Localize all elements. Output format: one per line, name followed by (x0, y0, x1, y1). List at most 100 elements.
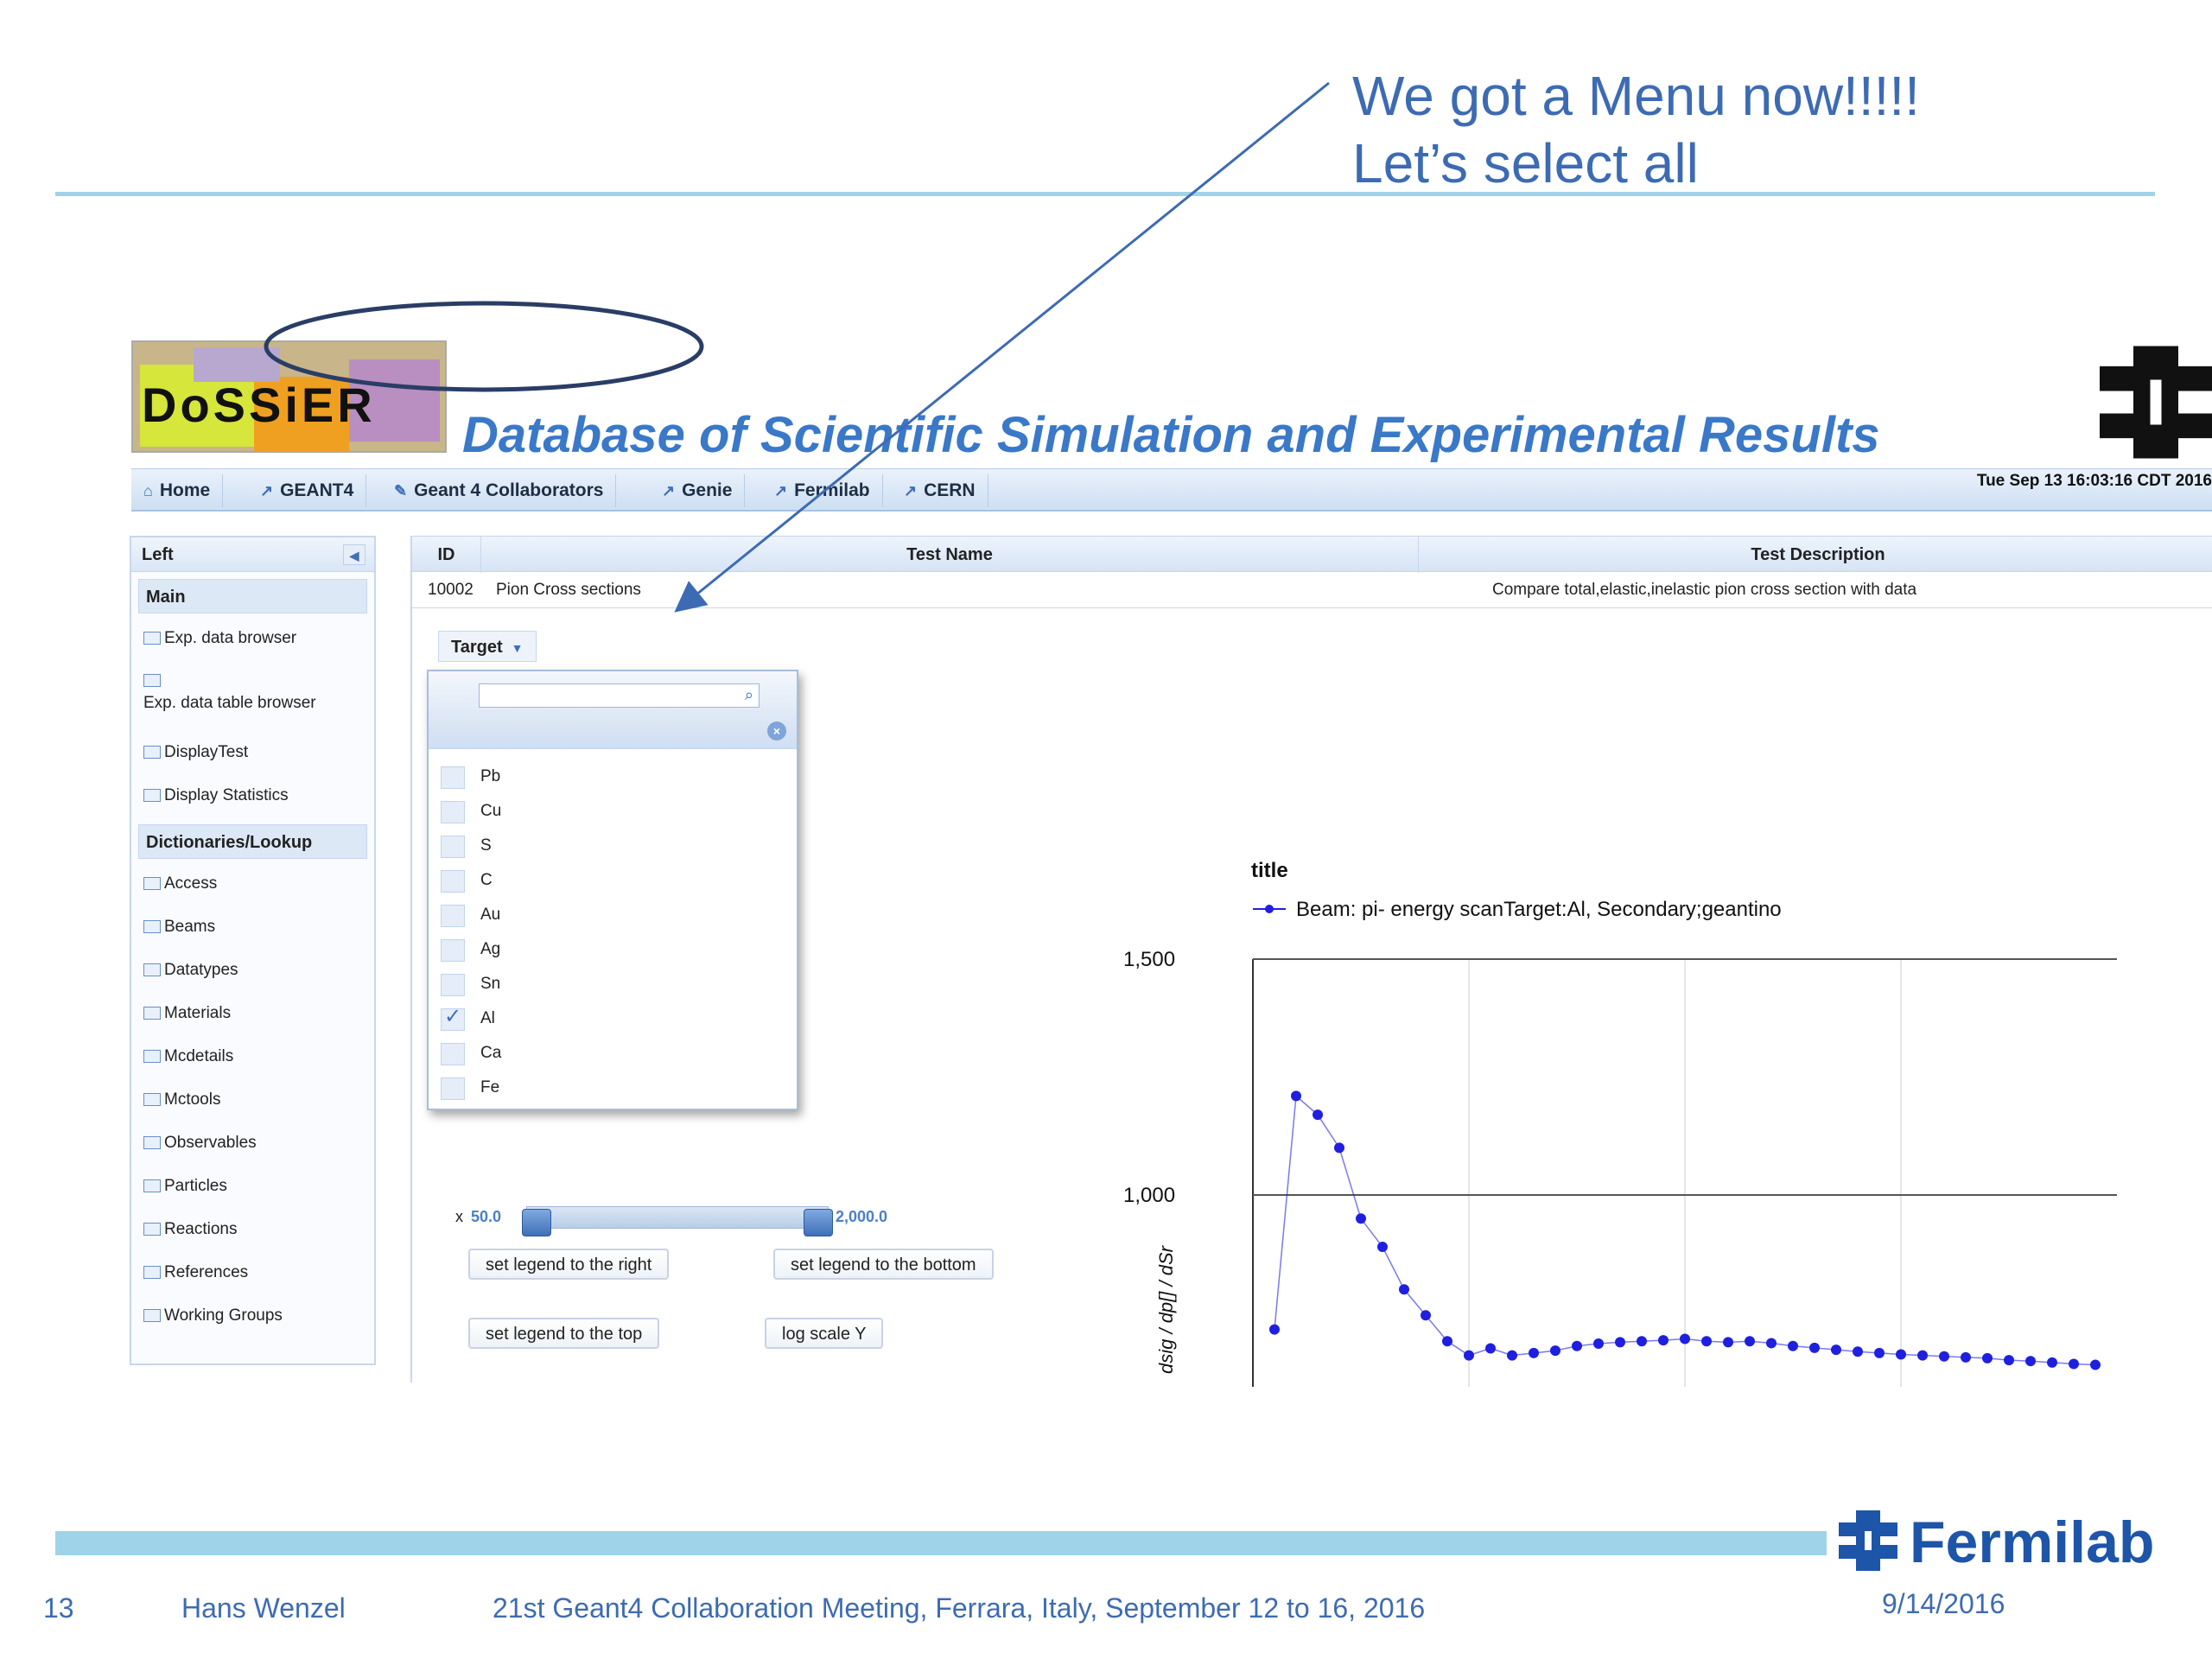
wrench-icon: ✎ (394, 482, 408, 499)
menu-mctools[interactable]: Mctools (131, 1078, 374, 1122)
menu-particles[interactable]: Particles (131, 1165, 374, 1208)
image-icon (143, 920, 161, 933)
bottom-rule (55, 1531, 1827, 1555)
target-option[interactable]: Ag (429, 932, 797, 967)
menu-beams[interactable]: Beams (131, 906, 374, 949)
menu-reactions[interactable]: Reactions (131, 1208, 374, 1251)
target-option[interactable]: Sn (429, 967, 797, 1001)
data-point (1485, 1343, 1496, 1354)
nav-bar: ⌂ Home ↗ GEANT4 ✎ Geant 4 Collaborators ↗ Ge… (131, 468, 2212, 512)
slider-max-handle[interactable] (804, 1209, 833, 1236)
data-point (1377, 1242, 1388, 1253)
target-option[interactable]: S (429, 829, 797, 863)
callout-line-1: We got a Menu now!!!!! (1352, 65, 1920, 127)
menu-mcdetails[interactable]: Mcdetails (131, 1035, 374, 1078)
target-option[interactable]: Pb (429, 760, 797, 794)
legend-bottom-button[interactable]: set legend to the bottom (773, 1249, 994, 1280)
external-link-icon: ↗ (904, 482, 918, 499)
data-point (1313, 1109, 1323, 1121)
cell-test-name: Pion Cross sections (496, 581, 641, 599)
checkmark-icon: ✓ (444, 1005, 462, 1028)
grid-header: ID Test Name Test Description (412, 536, 2212, 573)
dropdown-search-input[interactable]: ⌕ (479, 683, 760, 708)
logo-text: DoSSiER (142, 378, 376, 432)
y-axis-label: dsig / dp[] / dSr (1155, 1244, 1177, 1374)
menu-display-statistics[interactable]: Display Statistics (131, 774, 374, 817)
menu-access[interactable]: Access (131, 862, 374, 906)
footer-author: Hans Wenzel (181, 1592, 346, 1624)
data-point (1917, 1350, 1928, 1361)
data-point (2069, 1358, 2079, 1370)
menu-materials[interactable]: Materials (131, 992, 374, 1035)
checkbox[interactable] (441, 939, 465, 962)
data-point (1766, 1338, 1777, 1349)
image-icon (143, 1309, 161, 1322)
target-select-button[interactable]: Target ▼ (438, 631, 537, 662)
image-icon (143, 1223, 161, 1236)
slider-track[interactable] (522, 1206, 833, 1236)
data-point (1874, 1347, 1885, 1358)
data-point (1593, 1338, 1604, 1349)
data-point (2090, 1359, 2101, 1370)
table-row[interactable]: 10002 Pion Cross sections Compare total,… (412, 572, 2212, 608)
log-scale-button[interactable]: log scale Y (765, 1318, 884, 1349)
dropdown-list: Pb Cu S C Au Ag Sn ✓ Al Ca Fe (429, 749, 797, 1105)
menu-exp-data-table-browser[interactable]: Exp. data table browser (131, 660, 374, 731)
section-main[interactable]: Main (138, 579, 367, 613)
cell-id: 10002 (428, 581, 474, 599)
callout-text: We got a Menu now!!!!! Let’s select all (1352, 62, 1920, 197)
menu-observables[interactable]: Observables (131, 1122, 374, 1165)
chart-title: title (1251, 859, 1288, 882)
collapse-left-icon[interactable]: ◀ (343, 544, 365, 565)
data-point (2004, 1355, 2014, 1366)
slide: We got a Menu now!!!!! Let’s select all … (0, 0, 2212, 1659)
data-point (1853, 1346, 1863, 1357)
slider-min-handle[interactable] (522, 1209, 551, 1236)
menu-displaytest[interactable]: DisplayTest (131, 731, 374, 774)
target-option[interactable]: Fe (429, 1071, 797, 1105)
menu-exp-data-browser[interactable]: Exp. data browser (131, 617, 374, 660)
menu-working-groups[interactable]: Working Groups (131, 1294, 374, 1338)
checkbox[interactable] (441, 870, 465, 893)
checkbox[interactable] (441, 905, 465, 927)
checkbox[interactable] (441, 1043, 465, 1065)
nav-fermilab[interactable]: ↗ Fermilab (762, 474, 883, 507)
data-point (1982, 1352, 1993, 1363)
checkbox[interactable] (441, 801, 465, 823)
chart-ticks: 1,500 1,000 (1123, 948, 1175, 1207)
menu-references[interactable]: References (131, 1251, 374, 1294)
section-dictionaries[interactable]: Dictionaries/Lookup (138, 824, 367, 859)
slider-min-value: 50.0 (471, 1208, 502, 1225)
nav-home[interactable]: ⌂ Home (131, 474, 224, 507)
legend-right-button[interactable]: set legend to the right (468, 1249, 670, 1280)
data-point (1615, 1337, 1625, 1348)
nav-geant4[interactable]: ↗ GEANT4 (248, 474, 367, 507)
nav-cern[interactable]: ↗ CERN (892, 474, 988, 507)
checkbox[interactable] (441, 1077, 465, 1100)
image-icon (143, 1093, 161, 1106)
home-icon: ⌂ (143, 482, 153, 499)
menu-datatypes[interactable]: Datatypes (131, 949, 374, 992)
column-test-description[interactable]: Test Description (1419, 537, 2212, 573)
slider-max-value: 2,000.0 (836, 1208, 888, 1225)
data-point (2047, 1357, 2057, 1368)
column-test-name[interactable]: Test Name (481, 537, 1419, 573)
cell-test-description: Compare total,elastic,inelastic pion cro… (1492, 581, 1917, 599)
nav-geant4-collaborators[interactable]: ✎ Geant 4 Collaborators (382, 474, 617, 507)
column-id[interactable]: ID (412, 537, 481, 573)
checkbox[interactable] (441, 766, 465, 789)
data-point (1701, 1336, 1712, 1347)
checkbox[interactable] (441, 836, 465, 858)
image-icon (143, 746, 161, 759)
target-option-selected[interactable]: ✓ Al (429, 1001, 797, 1036)
image-icon (143, 1266, 161, 1279)
target-option[interactable]: C (429, 863, 797, 898)
target-option[interactable]: Au (429, 898, 797, 932)
checkbox[interactable] (441, 974, 465, 996)
target-option[interactable]: Ca (429, 1036, 797, 1071)
legend-top-button[interactable]: set legend to the top (468, 1318, 660, 1349)
nav-genie[interactable]: ↗ Genie (650, 474, 746, 507)
clear-icon[interactable]: × (767, 721, 786, 741)
data-point (1421, 1310, 1431, 1321)
target-option[interactable]: Cu (429, 794, 797, 829)
